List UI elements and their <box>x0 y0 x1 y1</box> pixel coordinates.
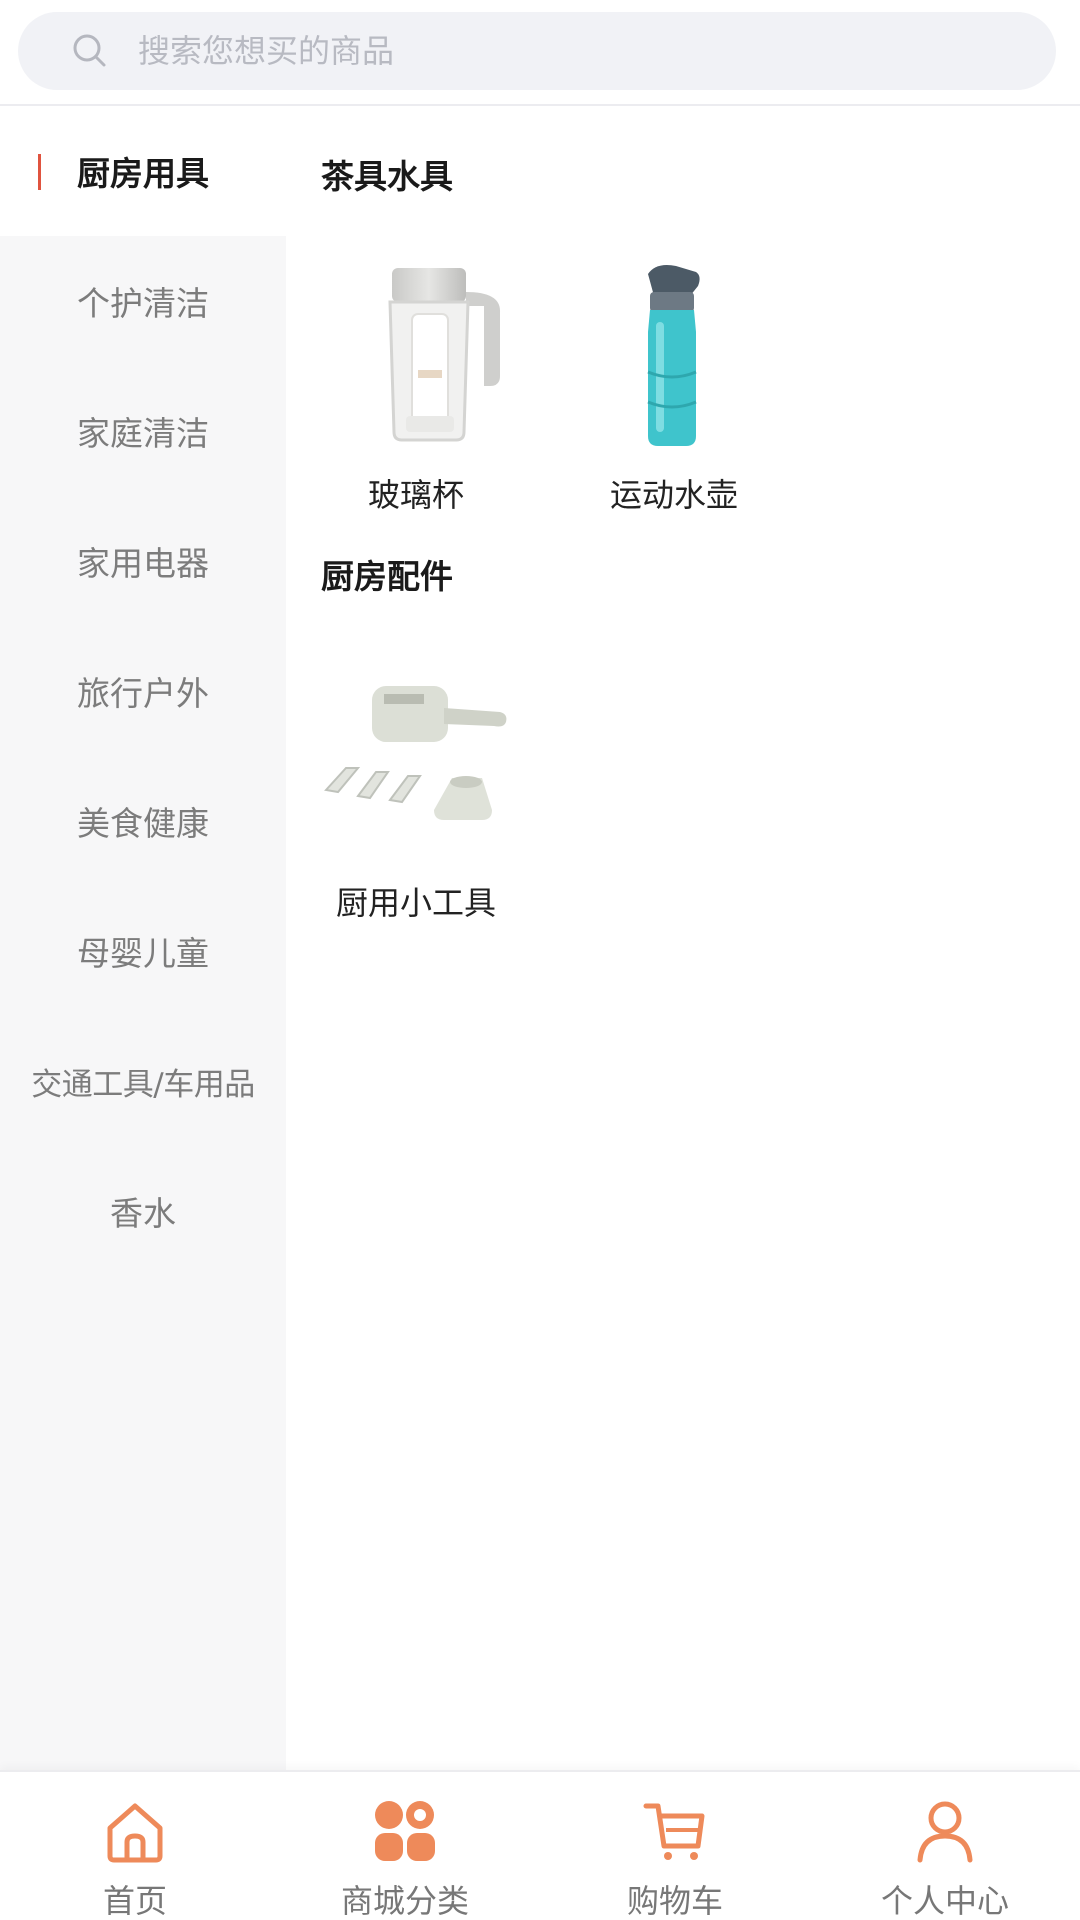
sidebar-item-label: 香水 <box>110 1194 176 1233</box>
product-name: 运动水壶 <box>609 476 738 514</box>
search-bar[interactable] <box>18 12 1056 90</box>
tab-label: 商城分类 <box>340 1882 469 1920</box>
sidebar-item-food-health[interactable]: 美食健康 <box>0 756 286 886</box>
sidebar-item-label: 交通工具/车用品 <box>31 1066 255 1103</box>
product-glass-cup[interactable]: 玻璃杯 <box>286 252 546 516</box>
product-sport-bottle[interactable]: 运动水壶 <box>544 252 804 516</box>
sidebar-item-appliances[interactable]: 家用电器 <box>0 496 286 626</box>
product-name: 玻璃杯 <box>367 476 464 514</box>
tab-category[interactable]: 商城分类 <box>270 1772 540 1920</box>
search-icon <box>70 31 110 71</box>
sidebar-item-kitchen[interactable]: 厨房用具 <box>0 106 286 236</box>
tab-label: 个人中心 <box>880 1882 1009 1920</box>
group-title: 厨房配件 <box>321 557 453 596</box>
sport-bottle-icon <box>544 252 804 452</box>
category-screen: 厨房用具 个护清洁 家庭清洁 家用电器 旅行户外 美食健康 母婴儿童 交通工具/… <box>0 0 1080 1920</box>
category-icon <box>370 1796 440 1866</box>
sidebar-item-label: 美食健康 <box>77 804 209 843</box>
sidebar-item-label: 家用电器 <box>77 544 209 583</box>
sidebar-item-label: 旅行户外 <box>77 674 209 713</box>
tab-home[interactable]: 首页 <box>0 1772 270 1920</box>
user-icon <box>910 1796 980 1866</box>
sidebar-item-label: 个护清洁 <box>77 284 209 323</box>
home-icon <box>100 1796 170 1866</box>
sidebar-item-perfume[interactable]: 香水 <box>0 1146 286 1276</box>
bottom-tabbar: 首页 商城分类 购物车 个人中心 <box>0 1770 1080 1920</box>
sidebar-item-label: 母婴儿童 <box>77 934 209 973</box>
category-sidebar: 厨房用具 个护清洁 家庭清洁 家用电器 旅行户外 美食健康 母婴儿童 交通工具/… <box>0 106 286 1770</box>
tab-profile[interactable]: 个人中心 <box>810 1772 1080 1920</box>
product-kitchen-tool[interactable]: 厨用小工具 <box>286 660 546 924</box>
sidebar-item-home-cleaning[interactable]: 家庭清洁 <box>0 366 286 496</box>
cart-icon <box>640 1796 710 1866</box>
kitchen-grater-icon <box>286 660 546 860</box>
tab-cart[interactable]: 购物车 <box>540 1772 810 1920</box>
sidebar-item-travel-outdoor[interactable]: 旅行户外 <box>0 626 286 756</box>
sidebar-item-vehicles[interactable]: 交通工具/车用品 <box>0 1016 286 1146</box>
sidebar-item-label: 厨房用具 <box>77 154 209 193</box>
sidebar-item-personal-care[interactable]: 个护清洁 <box>0 236 286 366</box>
sidebar-item-label: 家庭清洁 <box>77 414 209 453</box>
search-input[interactable] <box>138 21 938 81</box>
glass-cup-icon <box>286 252 546 452</box>
search-header <box>0 0 1080 106</box>
group-title: 茶具水具 <box>321 157 453 196</box>
product-name: 厨用小工具 <box>335 884 496 922</box>
tab-label: 购物车 <box>626 1882 723 1920</box>
tab-label: 首页 <box>102 1882 167 1920</box>
product-content: 茶具水具 玻璃杯 运动水壶 厨房配件 厨用小工具 <box>286 106 1080 1770</box>
sidebar-item-mother-baby[interactable]: 母婴儿童 <box>0 886 286 1016</box>
